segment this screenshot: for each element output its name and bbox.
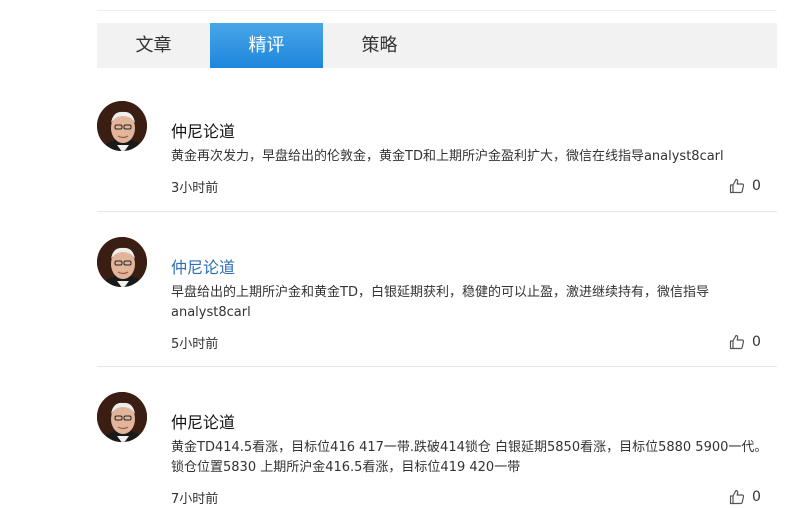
like-count: 0 xyxy=(752,489,761,505)
post-content: 早盘给出的上期所沪金和黄金TD，白银延期获利，稳健的可以止盈，激进继续持有，微信… xyxy=(171,285,709,320)
author-name[interactable]: 仲尼论道 xyxy=(171,254,235,278)
post-divider xyxy=(97,211,777,212)
avatar-portrait-icon xyxy=(97,101,147,151)
author-avatar[interactable] xyxy=(97,392,147,442)
tab-reviews[interactable]: 精评 xyxy=(210,23,323,68)
post-time: 5小时前 xyxy=(171,337,219,352)
top-divider xyxy=(97,10,777,11)
like-button[interactable]: 0 xyxy=(729,488,761,506)
avatar-portrait-icon xyxy=(97,392,147,442)
post-content: 黄金再次发力，早盘给出的伦敦金，黄金TD和上期所沪金盈利扩大，微信在线指导ana… xyxy=(171,149,724,164)
like-button[interactable]: 0 xyxy=(729,177,761,195)
like-count: 0 xyxy=(752,178,761,194)
tab-articles[interactable]: 文章 xyxy=(97,23,210,68)
author-name[interactable]: 仲尼论道 xyxy=(171,118,235,142)
author-name[interactable]: 仲尼论道 xyxy=(171,409,235,433)
thumbs-up-icon xyxy=(729,178,745,194)
thumbs-up-icon xyxy=(729,489,745,505)
tab-strategy[interactable]: 策略 xyxy=(323,23,436,68)
post-time: 3小时前 xyxy=(171,181,219,196)
like-button[interactable]: 0 xyxy=(729,333,761,351)
like-count: 0 xyxy=(752,334,761,350)
post-divider xyxy=(97,366,777,367)
post-content: 黄金TD414.5看涨，目标位416 417一带.跌破414锁仓 白银延期585… xyxy=(171,440,768,475)
thumbs-up-icon xyxy=(729,334,745,350)
tab-bar: 文章 精评 策略 xyxy=(97,23,777,68)
avatar-portrait-icon xyxy=(97,237,147,287)
post-time: 7小时前 xyxy=(171,492,219,507)
author-avatar[interactable] xyxy=(97,101,147,151)
author-avatar[interactable] xyxy=(97,237,147,287)
page: 文章 精评 策略 仲尼论道 黄金再次发力，早盘给出的伦敦金，黄金TD和上期所沪金… xyxy=(0,0,801,508)
